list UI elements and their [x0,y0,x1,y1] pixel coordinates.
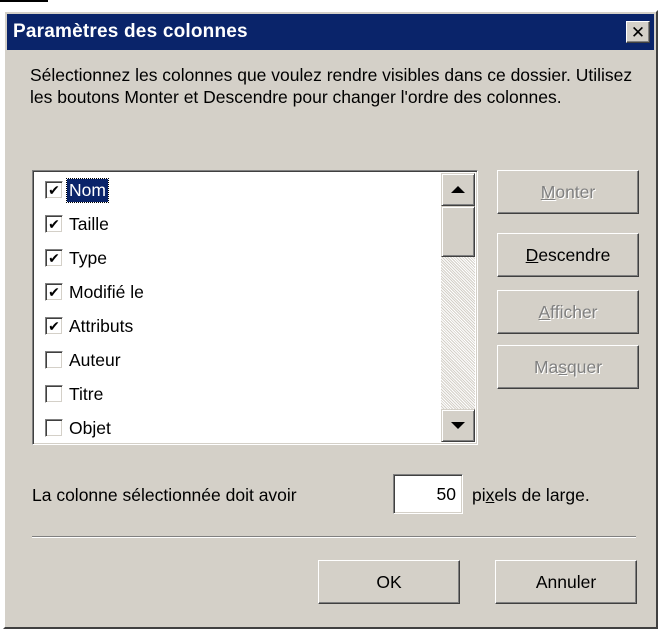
checkbox[interactable]: ✔ [45,181,63,199]
column-width-input[interactable] [393,474,463,514]
columns-listbox[interactable]: ✔ Nom ✔ Taille ✔ Type ✔ Modifié le ✔ Att… [32,170,478,445]
show-button[interactable]: Afficher [497,290,639,334]
list-item-label: Taille [69,213,109,234]
arrow-up-icon [451,186,465,193]
checkbox[interactable] [45,419,63,437]
check-mark-icon: ✔ [48,284,60,300]
list-item[interactable]: ✔ Modifié le [45,275,146,309]
scroll-down-button[interactable] [441,409,475,442]
columns-list: ✔ Nom ✔ Taille ✔ Type ✔ Modifié le ✔ Att… [35,173,433,442]
width-label: La colonne sélectionnée doit avoir [32,485,297,505]
cancel-label: Annuler [535,571,597,592]
separator [32,536,636,538]
suffix-pre: pi [472,485,486,505]
list-item-label: Nom [66,177,109,203]
move-down-button[interactable]: Descendre [497,233,639,277]
list-item-label: Objet [69,417,111,438]
list-item[interactable]: ✔ Taille [45,207,111,241]
close-icon: ✕ [630,22,646,42]
list-item-label: Attributs [69,315,134,336]
list-item[interactable]: ✔ Nom [45,173,109,207]
checkbox[interactable] [45,385,63,403]
button-label-post: onter [555,181,596,202]
dialog-title: Paramètres des colonnes [13,21,248,42]
checkbox[interactable]: ✔ [45,215,63,233]
list-item[interactable]: ✔ Type [45,241,109,275]
button-mnemonic: A [538,301,551,322]
arrow-down-icon [451,422,465,429]
checkbox[interactable]: ✔ [45,249,63,267]
list-item-label: Modifié le [69,281,144,302]
dialog-description: Sélectionnez les colonnes que voulez ren… [30,65,633,107]
list-item[interactable]: Objet [45,411,113,442]
scroll-up-button[interactable] [441,173,475,206]
top-underline-fragment [0,0,48,2]
button-mnemonic: D [525,244,539,265]
checkbox[interactable]: ✔ [45,283,63,301]
scrollbar-thumb[interactable] [441,206,475,257]
list-item[interactable]: Auteur [45,343,123,377]
move-up-button[interactable]: Monter [497,170,639,214]
ok-label: OK [376,571,402,592]
ok-button[interactable]: OK [318,560,460,604]
check-mark-icon: ✔ [48,250,60,266]
checkbox[interactable] [45,351,63,369]
button-label-post: quer [567,356,603,377]
cancel-button[interactable]: Annuler [495,560,637,604]
list-item-label: Type [69,247,107,268]
list-item[interactable]: ✔ Attributs [45,309,135,343]
button-label-post: fficher [550,301,598,322]
button-label-pre: Ma [533,356,559,377]
checkbox[interactable]: ✔ [45,317,63,335]
button-label-post: escendre [538,244,611,265]
vertical-scrollbar[interactable] [441,173,475,442]
title-bar[interactable]: Paramètres des colonnes ✕ [7,14,654,50]
button-mnemonic: M [540,181,556,202]
check-mark-icon: ✔ [48,216,60,232]
suffix-post: els de large. [494,485,590,505]
button-mnemonic: s [558,356,568,377]
list-item[interactable]: Titre [45,377,105,411]
width-suffix: pixels de large. [472,485,590,506]
close-button[interactable]: ✕ [626,21,650,43]
list-item-label: Auteur [69,349,121,370]
list-item-label: Titre [69,383,104,404]
check-mark-icon: ✔ [48,182,60,198]
hide-button[interactable]: Ma s quer [497,345,639,389]
check-mark-icon: ✔ [48,318,60,334]
